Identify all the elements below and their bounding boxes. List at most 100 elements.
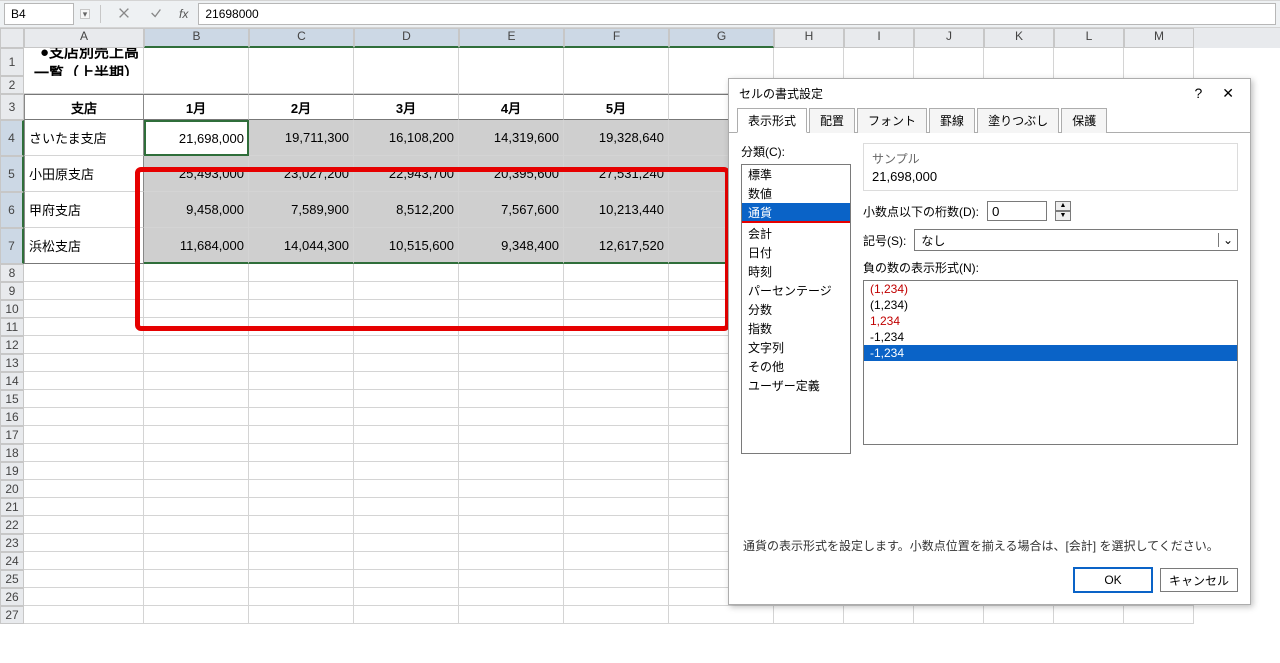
cell[interactable] (459, 498, 564, 516)
cell[interactable] (984, 48, 1054, 76)
cell[interactable] (564, 552, 669, 570)
cell[interactable] (564, 462, 669, 480)
cell[interactable] (24, 462, 144, 480)
data-cell[interactable]: 14,319,600 (459, 120, 564, 156)
cancel-icon[interactable] (111, 6, 137, 23)
cell[interactable] (144, 498, 249, 516)
row-header[interactable]: 20 (0, 480, 24, 498)
row-header[interactable]: 2 (0, 76, 24, 94)
cell[interactable] (459, 300, 564, 318)
column-header[interactable]: G (669, 28, 774, 48)
month-header[interactable]: 3月 (354, 94, 459, 120)
cell[interactable] (249, 408, 354, 426)
cell[interactable] (354, 264, 459, 282)
fx-icon[interactable]: fx (175, 7, 192, 21)
cell[interactable] (1124, 48, 1194, 76)
data-cell[interactable]: 21,698,000 (144, 120, 249, 156)
cell[interactable] (24, 534, 144, 552)
cell[interactable] (144, 462, 249, 480)
tab-1[interactable]: 配置 (809, 108, 855, 133)
cell[interactable] (459, 426, 564, 444)
month-header[interactable]: 5月 (564, 94, 669, 120)
category-list[interactable]: 標準数値通貨会計日付時刻パーセンテージ分数指数文字列その他ユーザー定義 (741, 164, 851, 454)
category-item[interactable]: その他 (742, 357, 850, 376)
column-header[interactable]: F (564, 28, 669, 48)
negative-format-item[interactable]: (1,234) (864, 297, 1237, 313)
data-cell[interactable]: 9,458,000 (144, 192, 249, 228)
cell[interactable] (1054, 606, 1124, 624)
cell[interactable] (564, 408, 669, 426)
cell[interactable] (354, 318, 459, 336)
formula-input[interactable] (198, 3, 1276, 25)
title-cell[interactable]: ●支店別売上高一覧（上半期） (24, 48, 144, 76)
data-cell[interactable]: 27,531,240 (564, 156, 669, 192)
data-cell[interactable]: 7,589,900 (249, 192, 354, 228)
branch-name-cell[interactable]: 甲府支店 (24, 192, 144, 228)
column-header[interactable]: L (1054, 28, 1124, 48)
cell[interactable] (459, 534, 564, 552)
data-cell[interactable]: 9,348,400 (459, 228, 564, 264)
category-item[interactable]: 通貨 (742, 203, 850, 223)
cell[interactable] (354, 282, 459, 300)
data-cell[interactable]: 25,493,000 (144, 156, 249, 192)
tab-3[interactable]: 罫線 (929, 108, 975, 133)
cell[interactable] (24, 408, 144, 426)
cancel-button[interactable]: キャンセル (1160, 568, 1238, 592)
cell[interactable] (24, 480, 144, 498)
month-header[interactable]: 4月 (459, 94, 564, 120)
cell[interactable] (459, 570, 564, 588)
cell[interactable] (144, 426, 249, 444)
cell[interactable] (144, 76, 249, 94)
data-cell[interactable]: 19,328,640 (564, 120, 669, 156)
row-header[interactable]: 11 (0, 318, 24, 336)
cell[interactable] (564, 48, 669, 76)
cell[interactable] (24, 426, 144, 444)
cell[interactable] (354, 372, 459, 390)
cell[interactable] (249, 570, 354, 588)
cell[interactable] (249, 318, 354, 336)
cell[interactable] (144, 300, 249, 318)
cell[interactable] (249, 354, 354, 372)
row-header[interactable]: 24 (0, 552, 24, 570)
column-header[interactable]: E (459, 28, 564, 48)
help-icon[interactable]: ? (1188, 83, 1208, 104)
cell[interactable] (249, 534, 354, 552)
column-header[interactable]: B (144, 28, 249, 48)
cell[interactable] (564, 300, 669, 318)
decimal-input[interactable] (987, 201, 1047, 221)
data-cell[interactable]: 10,213,440 (564, 192, 669, 228)
cell[interactable] (564, 282, 669, 300)
cell[interactable] (459, 444, 564, 462)
cell[interactable] (24, 300, 144, 318)
cell[interactable] (459, 336, 564, 354)
cell[interactable] (459, 390, 564, 408)
column-header[interactable]: A (24, 28, 144, 48)
cell[interactable] (669, 48, 774, 76)
symbol-dropdown[interactable]: なし ⌄ (914, 229, 1238, 251)
close-icon[interactable]: ✕ (1216, 83, 1240, 104)
cell[interactable] (144, 444, 249, 462)
branch-name-cell[interactable]: 浜松支店 (24, 228, 144, 264)
cell[interactable] (144, 372, 249, 390)
row-header[interactable]: 27 (0, 606, 24, 624)
cell[interactable] (459, 282, 564, 300)
cell[interactable] (564, 570, 669, 588)
cell[interactable] (144, 516, 249, 534)
data-cell[interactable]: 19,711,300 (249, 120, 354, 156)
cell[interactable] (249, 264, 354, 282)
cell[interactable] (144, 534, 249, 552)
cell[interactable] (24, 390, 144, 408)
cell[interactable] (249, 300, 354, 318)
cell[interactable] (354, 444, 459, 462)
cell[interactable] (564, 264, 669, 282)
column-header[interactable]: J (914, 28, 984, 48)
cell[interactable] (354, 336, 459, 354)
category-item[interactable]: 指数 (742, 319, 850, 338)
category-item[interactable]: 日付 (742, 243, 850, 262)
category-item[interactable]: 時刻 (742, 262, 850, 281)
cell[interactable] (564, 534, 669, 552)
cell[interactable] (24, 76, 144, 94)
row-header[interactable]: 13 (0, 354, 24, 372)
data-cell[interactable]: 14,044,300 (249, 228, 354, 264)
row-header[interactable]: 4 (0, 120, 24, 156)
